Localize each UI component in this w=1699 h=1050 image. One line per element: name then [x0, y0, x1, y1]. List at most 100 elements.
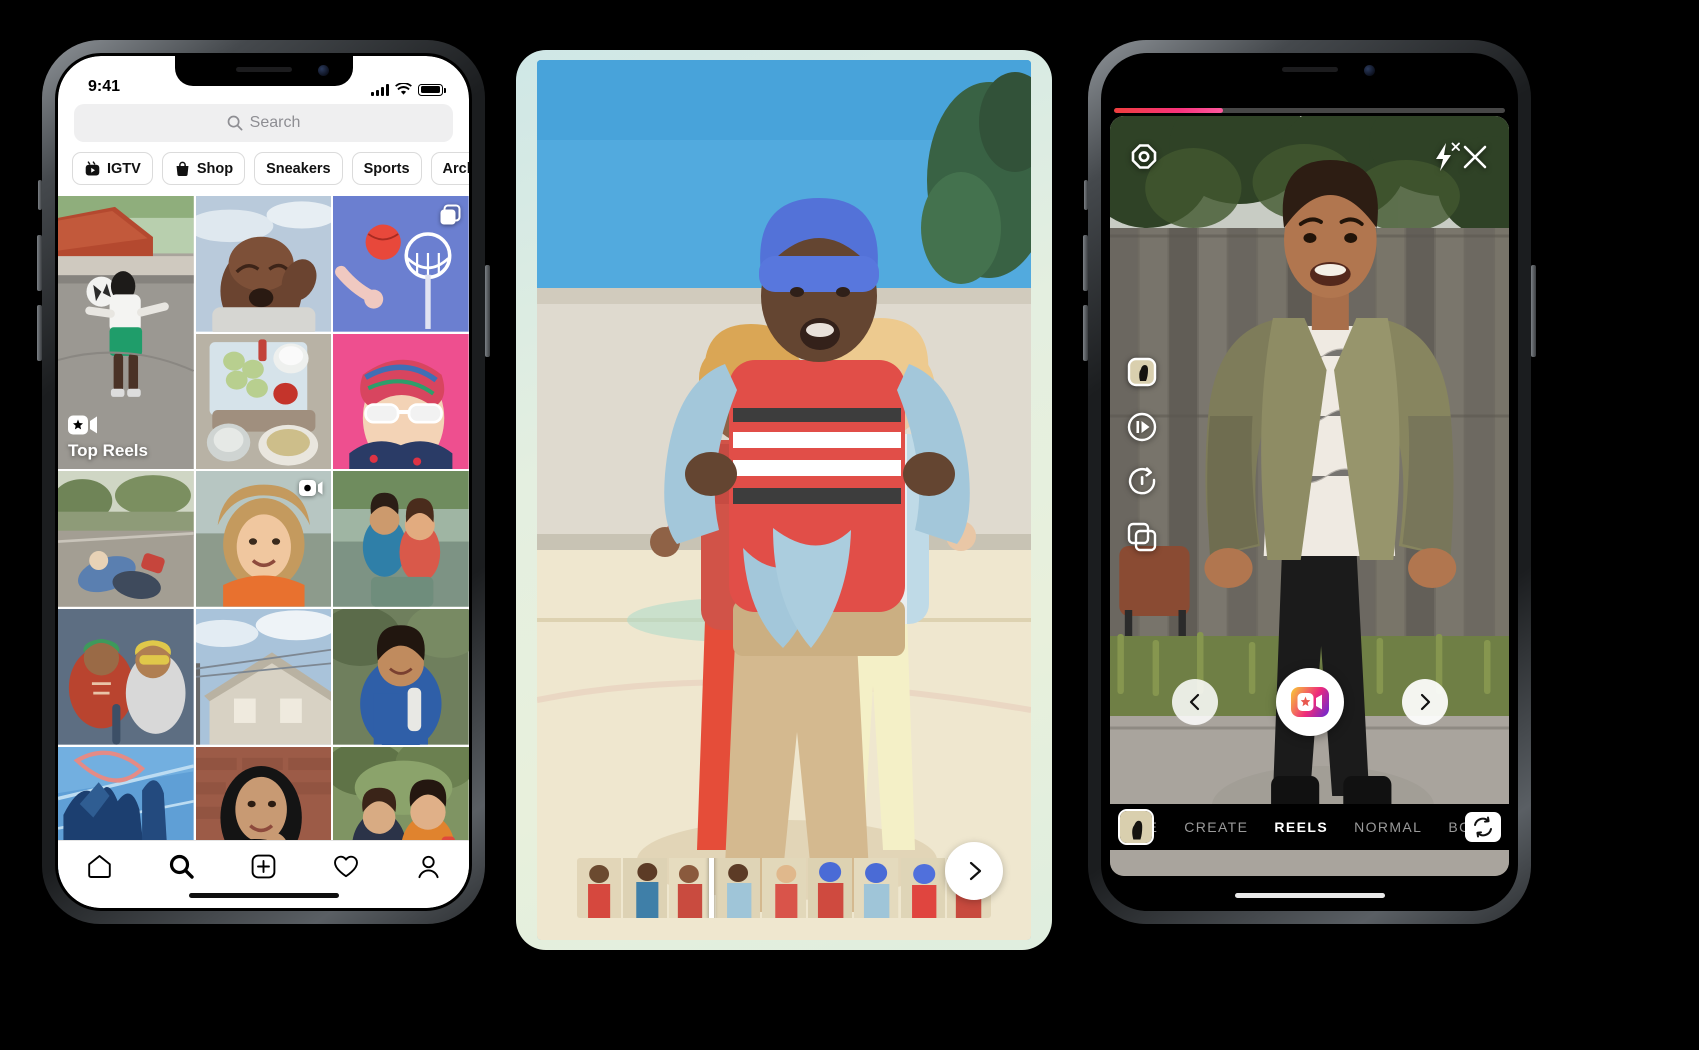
reel-screen [516, 50, 1052, 950]
search-icon [169, 854, 194, 879]
mode-normal[interactable]: NORMAL [1354, 819, 1422, 835]
chip-label: Architecture [442, 160, 469, 177]
heart-icon [333, 855, 358, 878]
volume-up-button[interactable] [37, 235, 42, 291]
timeline-frame[interactable] [623, 858, 668, 918]
home-icon [87, 855, 111, 878]
flash-off-icon [1436, 142, 1460, 171]
carousel-icon [439, 204, 461, 226]
close-icon [1463, 145, 1487, 169]
power-button[interactable] [485, 265, 490, 357]
mode-reels[interactable]: REELS [1274, 819, 1328, 835]
grid-item[interactable] [195, 471, 332, 608]
grid-item[interactable] [195, 333, 332, 470]
chevron-right-icon [1420, 693, 1430, 711]
camera-tool-rail [1126, 356, 1157, 552]
grid-item[interactable] [58, 609, 194, 745]
category-chips: IGTV Shop Sneakers Sports Arc [58, 152, 469, 196]
close-button[interactable] [1461, 143, 1489, 171]
chip-label: Sports [363, 160, 410, 177]
camera-mode-bar: LIVE CREATE REELS NORMAL BOOM [1104, 804, 1515, 850]
flash-button[interactable] [1433, 142, 1461, 172]
chip-label: Shop [196, 160, 234, 177]
chip-architecture[interactable]: Architecture [430, 152, 469, 185]
reels-camera-icon [68, 414, 148, 436]
reel-video[interactable] [537, 60, 1031, 940]
mute-switch[interactable] [1084, 180, 1088, 210]
timer-tool[interactable] [1126, 466, 1157, 497]
gallery-thumbnail[interactable] [1118, 809, 1154, 845]
volume-down-button[interactable] [37, 305, 42, 361]
clip-timeline[interactable] [577, 858, 991, 918]
recording-progress-bar [1114, 108, 1505, 113]
grid-item[interactable] [58, 471, 194, 608]
effects-button[interactable] [1130, 143, 1158, 171]
status-bar: 9:41 [58, 56, 469, 100]
timeline-frame[interactable] [761, 858, 807, 918]
chevron-right-icon [969, 861, 982, 881]
grid-item[interactable] [333, 196, 469, 332]
align-icon [1127, 522, 1156, 551]
timeline-frame[interactable] [715, 858, 760, 918]
volume-up-button[interactable] [1083, 235, 1088, 291]
battery-full-icon [418, 83, 446, 96]
sidebar-item-home[interactable] [86, 853, 113, 880]
mode-live[interactable]: LIVE [1154, 819, 1158, 835]
align-tool[interactable] [1126, 521, 1157, 552]
chip-sports[interactable]: Sports [351, 152, 422, 185]
mode-create[interactable]: CREATE [1184, 819, 1248, 835]
timeline-frame[interactable] [669, 858, 714, 918]
flip-camera-button[interactable] [1465, 812, 1501, 842]
grid-item[interactable] [195, 196, 332, 332]
grid-item[interactable] [333, 609, 469, 745]
igtv-icon [85, 161, 100, 176]
speed-tool[interactable] [1126, 411, 1157, 442]
chip-sneakers[interactable]: Sneakers [254, 152, 343, 185]
grid-item[interactable] [195, 609, 332, 745]
explore-grid: Top Reels [58, 196, 469, 883]
mute-switch[interactable] [38, 180, 42, 210]
chip-label: Sneakers [266, 160, 331, 177]
shopping-bag-icon [176, 161, 189, 176]
camera-top-controls [1104, 132, 1515, 182]
sidebar-item-search[interactable] [168, 853, 195, 880]
next-button[interactable] [945, 842, 1003, 900]
top-reels-label: Top Reels [68, 414, 148, 461]
chip-shop[interactable]: Shop [161, 152, 246, 185]
timeline-frame[interactable] [808, 858, 853, 918]
grid-item[interactable] [333, 333, 469, 470]
flip-camera-icon [1474, 816, 1492, 838]
search-icon [227, 115, 243, 131]
camera-viewfinder[interactable] [1110, 116, 1509, 876]
search-placeholder-text: Search [249, 114, 301, 131]
timeline-frame[interactable] [577, 858, 622, 918]
reels-gradient-icon [1290, 687, 1329, 717]
volume-down-button[interactable] [1083, 305, 1088, 361]
top-reels-text: Top Reels [68, 441, 148, 461]
grid-item[interactable] [333, 471, 469, 608]
sidebar-item-profile[interactable] [415, 853, 442, 880]
mode-boom[interactable]: BOOM [1448, 819, 1465, 835]
plus-square-icon [251, 854, 275, 879]
timeline-frame[interactable] [854, 858, 899, 918]
home-indicator [188, 893, 339, 898]
power-button[interactable] [1531, 265, 1536, 357]
previous-clip-button[interactable] [1171, 679, 1218, 725]
instagram-explore-phone: 9:41 Search IGTV Shop Sneakers Sports Ar… [37, 40, 490, 924]
sidebar-item-create[interactable] [250, 853, 277, 880]
signal-bars-icon [371, 83, 389, 96]
chip-igtv[interactable]: IGTV [72, 152, 153, 185]
record-button[interactable] [1275, 668, 1344, 736]
timeline-frame[interactable] [900, 858, 945, 918]
audio-tool[interactable] [1126, 356, 1157, 387]
notch [1220, 56, 1399, 86]
gallery-icon [1120, 811, 1152, 843]
wifi-icon [395, 83, 412, 95]
search-input[interactable]: Search [74, 104, 453, 142]
next-button[interactable] [1401, 679, 1448, 725]
reels-camera-icon [299, 479, 323, 497]
grid-item[interactable]: Top Reels [58, 196, 194, 470]
timeline-playhead[interactable] [709, 858, 714, 918]
person-icon [417, 855, 439, 879]
sidebar-item-activity[interactable] [332, 853, 360, 880]
